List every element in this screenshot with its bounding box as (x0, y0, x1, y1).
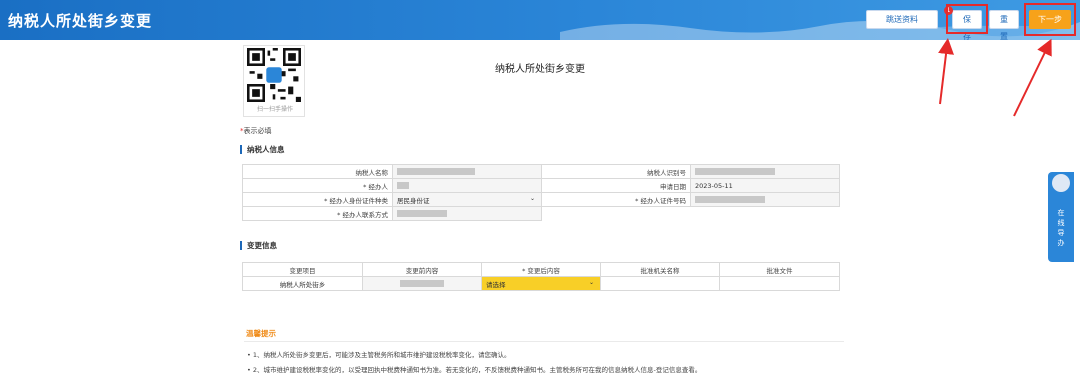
id-number-field[interactable] (690, 192, 840, 207)
id-number-label: * 经办人证件号码 (541, 192, 691, 207)
agent-field[interactable] (392, 178, 542, 193)
page-title: 纳税人所处街乡变更 (8, 12, 153, 30)
section-taxpayer-info: 纳税人信息 (240, 145, 285, 154)
change-item-cell: 纳税人所处街乡 (242, 276, 363, 291)
agent-label: * 经办人 (242, 178, 393, 193)
contact-label: * 经办人联系方式 (242, 206, 393, 221)
col-header-after: * 变更后内容 (481, 262, 601, 277)
required-note-text: 表示必填 (243, 127, 272, 135)
redacted-value (400, 280, 444, 287)
qr-code-icon (247, 48, 301, 102)
id-type-select[interactable]: 居民身份证 ⌄ (392, 192, 542, 207)
qr-caption: 扫一扫手操作 (256, 106, 293, 113)
taxpayer-name-field[interactable] (392, 164, 542, 179)
reset-button[interactable]: 重置 (989, 10, 1019, 40)
taxpayer-info-table: 纳税人名称 纳税人识别号 * 经办人 申请日期 2023-05-11 * 经办人… (242, 164, 840, 221)
assistant-avatar-icon (1052, 174, 1070, 192)
taxpayer-id-label: 纳税人识别号 (541, 164, 691, 179)
id-type-label: * 经办人身份证件种类 (242, 192, 393, 207)
before-content-cell (362, 276, 482, 291)
col-header-before: 变更前内容 (362, 262, 482, 277)
after-content-select[interactable]: 请选择 ⌄ (481, 276, 601, 291)
tip-item: • 1、纳税人所处街乡变更后，可能涉及主管税务所和城市维护建设税税率变化，请您确… (247, 351, 511, 359)
tips-title: 温馨提示 (246, 329, 276, 338)
col-header-item: 变更项目 (242, 262, 363, 277)
online-guide-label: 在 线 导 办 (1057, 209, 1065, 247)
approval-authority-field[interactable] (600, 276, 720, 291)
tip-item: • 2、城市维护建设税税率变化的，以受理回执中税费种通知书为准。若无变化的，不反… (247, 366, 702, 374)
tips-divider (244, 341, 844, 342)
redacted-value (397, 168, 475, 175)
arrow-to-save (938, 38, 954, 105)
change-info-table: 变更项目 变更前内容 * 变更后内容 批准机关名称 批准文件 纳税人所处街乡 请… (242, 262, 840, 291)
col-header-approval-document: 批准文件 (719, 262, 840, 277)
col-header-approval-authority: 批准机关名称 (600, 262, 720, 277)
after-select-placeholder: 请选择 (486, 280, 506, 289)
empty-cell (542, 207, 691, 221)
chevron-down-icon: ⌄ (529, 195, 535, 202)
redacted-value (695, 196, 765, 203)
apply-date-field[interactable]: 2023-05-11 (690, 178, 840, 193)
online-guide-tab[interactable]: 在 线 导 办 (1048, 172, 1074, 262)
next-highlight-box (1024, 3, 1076, 36)
taxpayer-id-field[interactable] (690, 164, 840, 179)
form-title: 纳税人所处街乡变更 (495, 64, 585, 75)
redacted-value (397, 182, 409, 189)
top-bar: 纳税人所处街乡变更 跳送资料 保存 重置 下一步 1 (0, 0, 1080, 40)
chevron-down-icon: ⌄ (588, 279, 594, 286)
send-materials-button[interactable]: 跳送资料 (866, 10, 938, 29)
id-type-value: 居民身份证 (397, 196, 430, 205)
taxpayer-name-label: 纳税人名称 (242, 164, 393, 179)
save-highlight-box (946, 4, 988, 34)
section-change-info: 变更信息 (240, 241, 277, 250)
redacted-value (397, 210, 447, 217)
required-note: *表示必填 (240, 126, 272, 136)
apply-date-label: 申请日期 (541, 178, 691, 193)
qr-code-card: 扫一扫手操作 (243, 45, 305, 117)
arrow-to-next (1013, 38, 1052, 117)
empty-cell (691, 207, 840, 221)
contact-field[interactable] (392, 206, 542, 221)
redacted-value (695, 168, 775, 175)
approval-document-field[interactable] (719, 276, 840, 291)
